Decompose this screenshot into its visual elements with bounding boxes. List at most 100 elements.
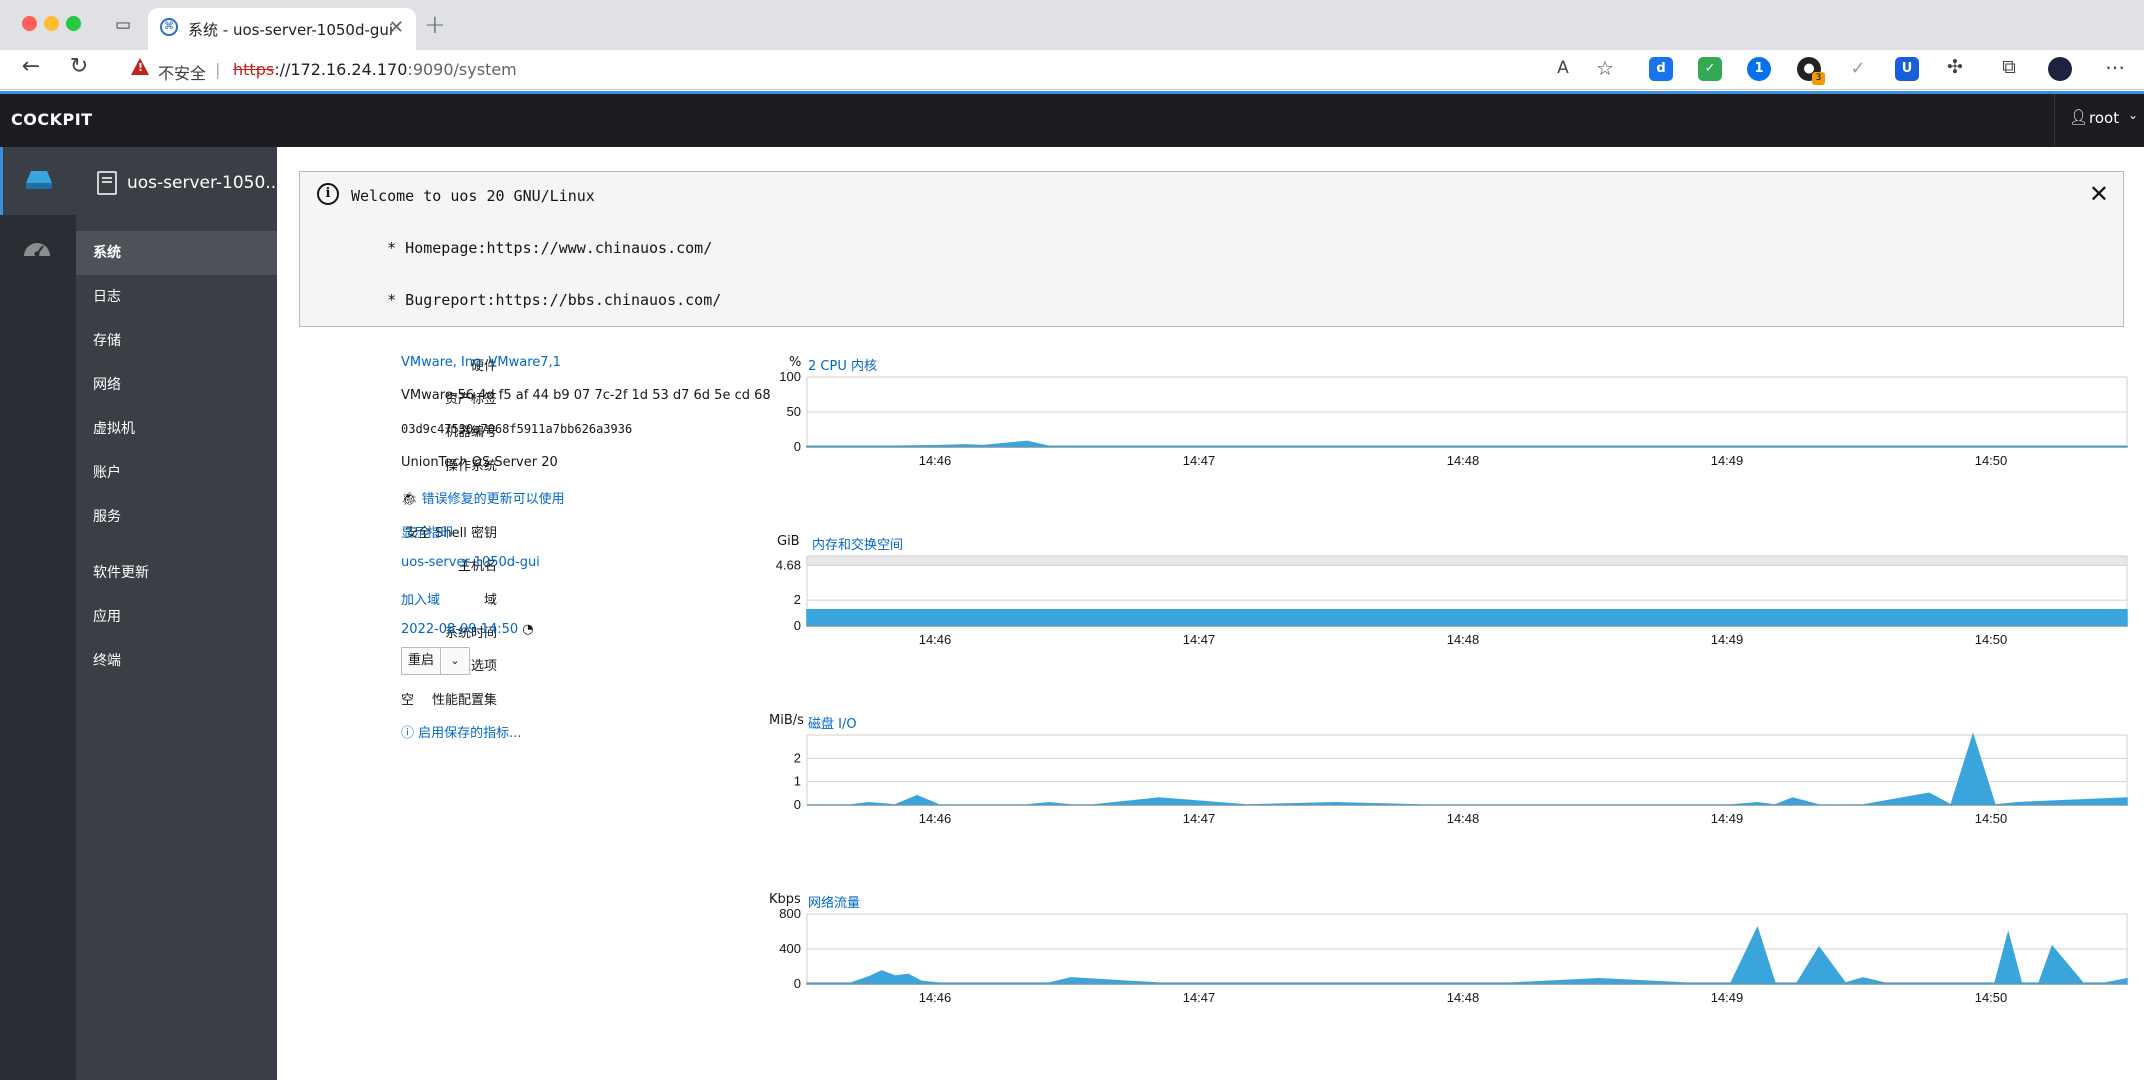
y-tick-label: 2 — [794, 592, 801, 607]
cpu-chart-plot: 0 50 100 14:46 14:47 14:48 14:49 14:50 — [779, 369, 2128, 468]
more-menu-icon[interactable]: ⋯ — [2100, 55, 2130, 79]
motd-line: * Homepage:https://www.chinauos.com/ — [351, 239, 713, 257]
brand-logo: COCKPIT — [11, 110, 93, 129]
nav-dashboard[interactable] — [0, 215, 76, 283]
host-name: uos-server-1050... — [127, 173, 282, 193]
bugfix-updates-link[interactable]: 🐞︎ 错误修复的更新可以使用 — [401, 488, 565, 507]
extension-check-icon[interactable]: ✓ — [1846, 57, 1870, 81]
x-tick-label: 14:48 — [1447, 990, 1480, 1005]
cpu-chart: % 2 CPU 内核 0 50 100 14:46 14:47 14:48 14:49 14:… — [277, 347, 2144, 477]
user-name: root — [2089, 109, 2120, 127]
close-icon[interactable]: ✕ — [2089, 180, 2109, 208]
tab-actions-icon[interactable]: ▭ — [112, 14, 134, 36]
nav-host-system[interactable] — [0, 147, 76, 215]
reload-icon[interactable]: ↻ — [64, 54, 94, 79]
series-area — [806, 609, 2128, 627]
user-icon: 👤︎ — [2069, 108, 2089, 126]
window-close-button[interactable] — [22, 16, 37, 31]
extension-bitwarden-icon[interactable]: U — [1895, 57, 1919, 81]
x-tick-label: 14:46 — [919, 811, 952, 826]
x-tick-label: 14:47 — [1183, 811, 1216, 826]
close-tab-icon[interactable]: ✕ — [389, 17, 404, 38]
new-tab-icon[interactable]: + — [424, 10, 446, 40]
browser-tab-active[interactable]: ⌘ 系统 - uos-server-1050d-gui ✕ — [148, 8, 416, 50]
sidebar-item-network[interactable]: 网络 — [76, 363, 277, 407]
sidebar-item-terminal[interactable]: 终端 — [76, 639, 277, 683]
y-tick-label: 800 — [779, 906, 801, 921]
main-content: i Welcome to uos 20 GNU/Linux * Homepage… — [277, 147, 2144, 1080]
network-chart: Kbps 网络流量 0 400 800 14:46 14:47 14:48 14:49 14:… — [277, 884, 2144, 1014]
x-tick-label: 14:49 — [1711, 811, 1744, 826]
favorite-star-icon[interactable]: ☆ — [1590, 56, 1620, 80]
y-tick-label: 0 — [794, 439, 801, 454]
y-tick-label: 400 — [779, 941, 801, 956]
server-icon — [26, 171, 52, 189]
extension-shield-icon[interactable]: ✓ — [1698, 57, 1722, 81]
disk-io-chart: MiB/s 磁盘 I/O 0 1 2 14:46 14:47 14:48 14:49 14:5… — [277, 705, 2144, 835]
chevron-down-icon: ⌄ — [2128, 108, 2139, 122]
extension-onepassword-icon[interactable]: 1 — [1747, 57, 1771, 81]
x-tick-label: 14:50 — [1975, 811, 2008, 826]
dashboard-gauge-icon — [24, 243, 50, 257]
host-switcher-nav — [0, 147, 76, 1080]
x-tick-label: 14:50 — [1975, 453, 2008, 468]
extensions-puzzle-icon[interactable]: ✣ — [1940, 56, 1970, 78]
x-tick-label: 14:46 — [919, 990, 952, 1005]
sidebar-item-system[interactable]: 系统 — [76, 231, 277, 275]
sidebar-item-vms[interactable]: 虚拟机 — [76, 407, 277, 451]
x-tick-label: 14:49 — [1711, 632, 1744, 647]
sidebar-item-accounts[interactable]: 账户 — [76, 451, 277, 495]
system-sidebar: uos-server-1050... 系统 日志 存储 网络 虚拟机 账户 服务… — [76, 147, 282, 1080]
x-tick-label: 14:46 — [919, 453, 952, 468]
x-tick-label: 14:48 — [1447, 453, 1480, 468]
extension-d-icon[interactable]: d — [1649, 57, 1673, 81]
x-tick-label: 14:47 — [1183, 990, 1216, 1005]
x-tick-label: 14:49 — [1711, 453, 1744, 468]
x-tick-label: 14:49 — [1711, 990, 1744, 1005]
motd-line: Welcome to uos 20 GNU/Linux — [351, 187, 595, 205]
cockpit-top-bar: COCKPIT 👤︎ root ⌄ — [0, 91, 2144, 147]
memory-chart: GiB 内存和交换空间 0 2 4.68 14:46 14:47 14:48 14:49 14… — [277, 526, 2144, 656]
x-tick-label: 14:47 — [1183, 453, 1216, 468]
y-tick-label: 50 — [787, 404, 801, 419]
sidebar-item-logs[interactable]: 日志 — [76, 275, 277, 319]
collections-icon[interactable]: ⧉ — [1994, 56, 2024, 78]
x-tick-label: 14:50 — [1975, 990, 2008, 1005]
browser-tab-strip: ▭ ⌘ 系统 - uos-server-1050d-gui ✕ + — [0, 0, 2144, 50]
browser-address-bar: ← ↻ ! 不安全 | https://172.16.24.170:9090/s… — [0, 50, 2144, 90]
info-icon: i — [317, 183, 339, 205]
x-tick-label: 14:47 — [1183, 632, 1216, 647]
series-area — [806, 440, 2128, 448]
server-document-icon — [97, 171, 117, 195]
sidebar-item-software-updates[interactable]: 软件更新 — [76, 551, 277, 595]
x-tick-label: 14:48 — [1447, 632, 1480, 647]
user-menu[interactable]: 👤︎ root ⌄ — [2054, 94, 2144, 147]
cockpit-favicon-icon: ⌘ — [160, 18, 178, 36]
y-tick-label: 0 — [794, 976, 801, 991]
motd-banner: i Welcome to uos 20 GNU/Linux * Homepage… — [299, 171, 2124, 327]
disk-chart-plot: 0 1 2 14:46 14:47 14:48 14:49 14:50 — [794, 732, 2128, 826]
y-tick-label: 1 — [794, 774, 801, 789]
host-title[interactable]: uos-server-1050... — [76, 147, 282, 231]
y-tick-label: 0 — [794, 797, 801, 812]
series-area — [807, 732, 2128, 807]
read-aloud-icon[interactable]: A — [1548, 58, 1578, 78]
network-chart-plot: 0 400 800 14:46 14:47 14:48 14:49 14:50 — [779, 906, 2128, 1005]
back-icon[interactable]: ← — [16, 54, 46, 79]
window-minimize-button[interactable] — [44, 16, 59, 31]
x-tick-label: 14:50 — [1975, 632, 2008, 647]
url-field[interactable]: https://172.16.24.170:9090/system — [233, 60, 517, 79]
sidebar-item-storage[interactable]: 存储 — [76, 319, 277, 363]
series-area — [806, 925, 2128, 985]
sidebar-item-services[interactable]: 服务 — [76, 495, 277, 539]
profile-avatar[interactable] — [2048, 57, 2072, 81]
window-maximize-button[interactable] — [66, 16, 81, 31]
y-tick-label: 2 — [794, 750, 801, 765]
extension-count-badge: 3 — [1812, 72, 1825, 85]
capacity-band — [807, 556, 2127, 566]
not-secure-label[interactable]: 不安全 — [158, 60, 206, 84]
tab-title: 系统 - uos-server-1050d-gui — [188, 21, 394, 39]
motd-line: * Bugreport:https://bbs.chinauos.com/ — [351, 291, 722, 309]
sidebar-item-applications[interactable]: 应用 — [76, 595, 277, 639]
bug-icon: 🐞︎ — [401, 492, 422, 507]
